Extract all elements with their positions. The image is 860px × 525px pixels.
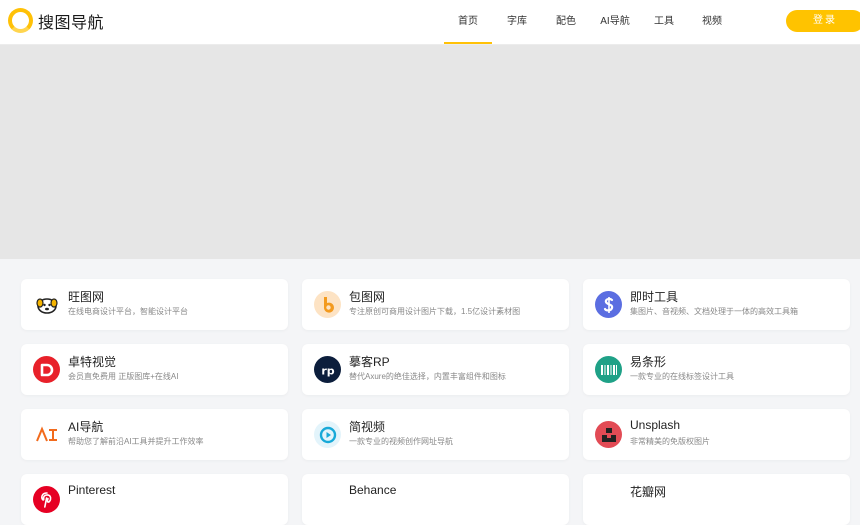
card-title: AI导航 <box>68 420 104 434</box>
card-desc: 在线电商设计平台，智能设计平台 <box>68 307 188 316</box>
site-card[interactable]: Pinterest <box>21 474 288 525</box>
dog-face-icon <box>33 291 60 318</box>
nav-tools[interactable]: 工具 <box>649 0 679 44</box>
card-title: 卓特视觉 <box>68 355 117 369</box>
site-card[interactable]: 卓特视觉 会员直免费用 正版图库+在线AI <box>21 344 288 395</box>
flower-icon <box>595 486 622 513</box>
card-desc: 会员直免费用 正版图库+在线AI <box>68 372 179 381</box>
behance-icon <box>314 486 341 513</box>
site-card[interactable]: 包图网 专注原创可商用设计图片下载，1.5亿设计素材图 <box>302 279 569 330</box>
camera-icon <box>595 421 622 448</box>
svg-text:rp: rp <box>321 364 334 377</box>
card-title: 易条形 <box>630 355 667 369</box>
card-desc: 非常精美的免版权图片 <box>630 437 710 446</box>
card-title: 简视频 <box>349 420 386 434</box>
site-card[interactable]: 花瓣网 <box>583 474 850 525</box>
nav-home[interactable]: 首页 <box>444 0 492 44</box>
card-title: Behance <box>349 483 397 497</box>
card-title: Unsplash <box>630 418 681 432</box>
dollar-s-icon <box>595 291 622 318</box>
card-desc: 专注原创可商用设计图片下载，1.5亿设计素材图 <box>349 307 521 316</box>
site-card[interactable]: 即时工具 集图片、音视频、文档处理于一体的高效工具箱 <box>583 279 850 330</box>
barcode-icon <box>595 356 622 383</box>
main-nav: 首页 字库 配色 AI导航 工具 视频 <box>0 0 860 44</box>
site-card[interactable]: rp 摹客RP 替代Axure的绝佳选择，内置丰富组件和图标 <box>302 344 569 395</box>
pinterest-icon <box>33 486 60 513</box>
card-desc: 集图片、音视频、文档处理于一体的高效工具箱 <box>630 307 798 316</box>
card-desc: 替代Axure的绝佳选择，内置丰富组件和图标 <box>349 372 506 381</box>
top-header: 搜图导航 首页 字库 配色 AI导航 工具 视频 登录 <box>0 0 860 45</box>
banner-area <box>0 45 860 259</box>
b-letter-icon <box>314 291 341 318</box>
play-icon <box>314 421 341 448</box>
card-desc: 帮助您了解前沿AI工具并提升工作效率 <box>68 437 204 446</box>
rp-icon: rp <box>314 356 341 383</box>
nav-video[interactable]: 视频 <box>697 0 727 44</box>
site-card[interactable]: 旺图网 在线电商设计平台，智能设计平台 <box>21 279 288 330</box>
nav-ai[interactable]: AI导航 <box>596 0 634 44</box>
site-card[interactable]: AI导航 帮助您了解前沿AI工具并提升工作效率 <box>21 409 288 460</box>
card-title: 花瓣网 <box>630 485 667 499</box>
site-card[interactable]: 简视频 一款专业的视频创作网址导航 <box>302 409 569 460</box>
card-desc: 一款专业的视频创作网址导航 <box>349 437 453 446</box>
card-title: 即时工具 <box>630 290 679 304</box>
card-title: 摹客RP <box>349 355 390 369</box>
ai-letters-icon <box>33 421 60 448</box>
d-letter-icon <box>33 356 60 383</box>
nav-colors[interactable]: 配色 <box>551 0 581 44</box>
card-title: 包图网 <box>349 290 386 304</box>
site-card[interactable]: Unsplash 非常精美的免版权图片 <box>583 409 850 460</box>
card-title: Pinterest <box>68 483 116 497</box>
card-title: 旺图网 <box>68 290 105 304</box>
site-card[interactable]: Behance <box>302 474 569 525</box>
card-desc: 一款专业的在线标签设计工具 <box>630 372 734 381</box>
nav-fonts[interactable]: 字库 <box>502 0 532 44</box>
site-card[interactable]: 易条形 一款专业的在线标签设计工具 <box>583 344 850 395</box>
login-button[interactable]: 登录 <box>786 10 860 32</box>
